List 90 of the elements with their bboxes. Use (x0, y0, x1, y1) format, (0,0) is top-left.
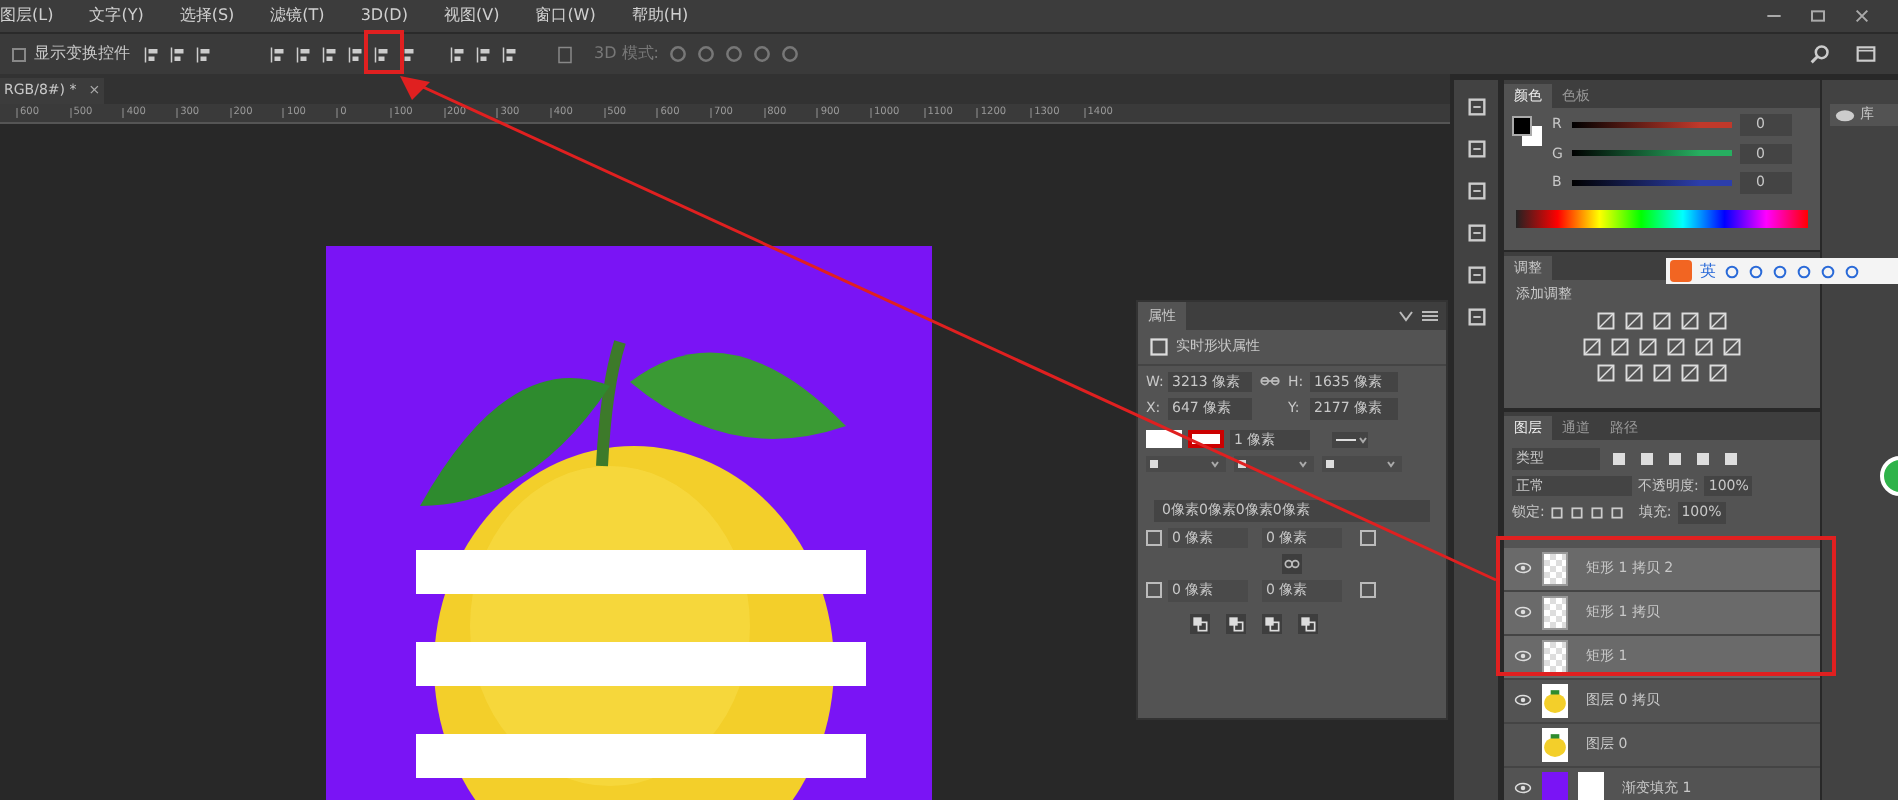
mode-label: 3D 模式: (594, 42, 659, 66)
adjustment-icon[interactable] (1680, 311, 1700, 329)
stroke-swatch[interactable] (1188, 430, 1224, 449)
cloud-icon (1834, 106, 1856, 123)
adjustment-icon[interactable] (1596, 363, 1616, 381)
eye-icon[interactable] (1514, 650, 1532, 662)
dock-icon[interactable] (1465, 138, 1487, 160)
menu-item[interactable]: 滤镜(T) (270, 4, 325, 28)
corner-icon (1360, 529, 1376, 546)
align-icon[interactable] (170, 45, 188, 63)
adjustment-icon[interactable] (1694, 337, 1714, 355)
menu-item[interactable]: 窗口(W) (535, 4, 596, 28)
color-spectrum[interactable] (1516, 209, 1808, 227)
workspace-icon[interactable] (1854, 44, 1878, 64)
dock-icon[interactable] (1465, 306, 1487, 328)
dock-icon[interactable] (1465, 96, 1487, 118)
adjustment-icon[interactable] (1652, 363, 1672, 381)
gradient-thumbnail (1542, 771, 1568, 800)
menu-icon[interactable] (1422, 310, 1438, 322)
rectangle-icon (1150, 337, 1168, 356)
link-icon[interactable] (1282, 554, 1302, 574)
fill-swatch[interactable] (1146, 430, 1182, 449)
align-icon[interactable] (322, 45, 340, 63)
eye-icon[interactable] (1514, 694, 1532, 706)
path-operation-icon[interactable] (1298, 613, 1318, 633)
dock-icon[interactable] (1465, 180, 1487, 202)
adjustment-icon[interactable] (1666, 337, 1686, 355)
adjustment-icon[interactable] (1708, 311, 1728, 329)
eye-icon[interactable] (1514, 606, 1532, 618)
adjustment-icon[interactable] (1596, 311, 1616, 329)
checkbox[interactable] (12, 47, 26, 61)
align-icon[interactable] (196, 45, 214, 63)
color-swatches[interactable] (1512, 116, 1542, 146)
lemon-thumbnail (1542, 727, 1568, 761)
align-icon[interactable] (144, 45, 162, 63)
adjustment-icon[interactable] (1652, 311, 1672, 329)
corner-icon (1360, 582, 1376, 599)
adjustment-icon[interactable] (1582, 337, 1602, 355)
search-icon[interactable] (1810, 44, 1830, 64)
adjustment-icon[interactable] (1638, 337, 1658, 355)
align-icon[interactable] (374, 45, 392, 63)
dock-icon[interactable] (1465, 222, 1487, 244)
layer-thumbnail (1542, 639, 1568, 673)
menu-item[interactable]: 图层(L) (0, 4, 54, 28)
path-operation-icon[interactable] (1262, 613, 1282, 633)
channel-slider[interactable] (1572, 121, 1732, 128)
path-operation-icon[interactable] (1226, 613, 1246, 633)
align-icon[interactable] (502, 45, 520, 63)
checkbox-label: 显示变换控件 (34, 42, 130, 66)
adjustment-icon[interactable] (1624, 363, 1644, 381)
align-icon[interactable] (348, 45, 366, 63)
mask-thumbnail (1578, 771, 1604, 800)
menu-item[interactable]: 帮助(H) (631, 4, 689, 28)
menu-item[interactable]: 选择(S) (179, 4, 235, 28)
channel-slider[interactable] (1572, 179, 1732, 186)
eye-icon[interactable] (1514, 562, 1532, 574)
collapse-icon[interactable] (1398, 310, 1414, 322)
adjustment-icon[interactable] (1680, 363, 1700, 381)
path-operation-icon[interactable] (1190, 613, 1210, 633)
close-icon[interactable] (1854, 8, 1870, 24)
corner-icon (1146, 529, 1162, 546)
highlight-frame (364, 30, 404, 74)
lemon-thumbnail (1542, 683, 1568, 717)
dock-icon[interactable] (1465, 264, 1487, 286)
align-icon[interactable] (450, 45, 468, 63)
menu-item[interactable]: 文字(Y) (89, 4, 144, 28)
ime-mode[interactable]: 英 (1700, 259, 1716, 283)
corner-icon (1146, 582, 1162, 599)
menu-item[interactable]: 视图(V) (443, 4, 500, 28)
adjustment-icon[interactable] (1624, 311, 1644, 329)
stroke-option-dropdown[interactable] (1146, 456, 1226, 472)
layer-thumbnail (1542, 551, 1568, 585)
link-icon (1258, 374, 1282, 389)
adjustment-icon[interactable] (1708, 363, 1728, 381)
align-icon[interactable] (296, 45, 314, 63)
maximize-icon[interactable] (1810, 8, 1826, 24)
layer-thumbnail (1542, 595, 1568, 629)
eye-icon[interactable] (1514, 782, 1532, 794)
adjustment-icon[interactable] (1722, 337, 1742, 355)
ime-logo (1670, 260, 1692, 282)
align-icon[interactable] (476, 45, 494, 63)
line-style-dropdown[interactable] (1332, 431, 1368, 448)
menu-item[interactable]: 3D(D) (360, 4, 408, 28)
adjustment-icon[interactable] (1610, 337, 1630, 355)
channel-slider[interactable] (1572, 150, 1732, 157)
distribute-icon[interactable] (556, 45, 574, 63)
align-icon[interactable] (400, 45, 418, 63)
stroke-option-dropdown[interactable] (1322, 456, 1402, 472)
align-icon[interactable] (270, 45, 288, 63)
stroke-option-dropdown[interactable] (1234, 456, 1314, 472)
